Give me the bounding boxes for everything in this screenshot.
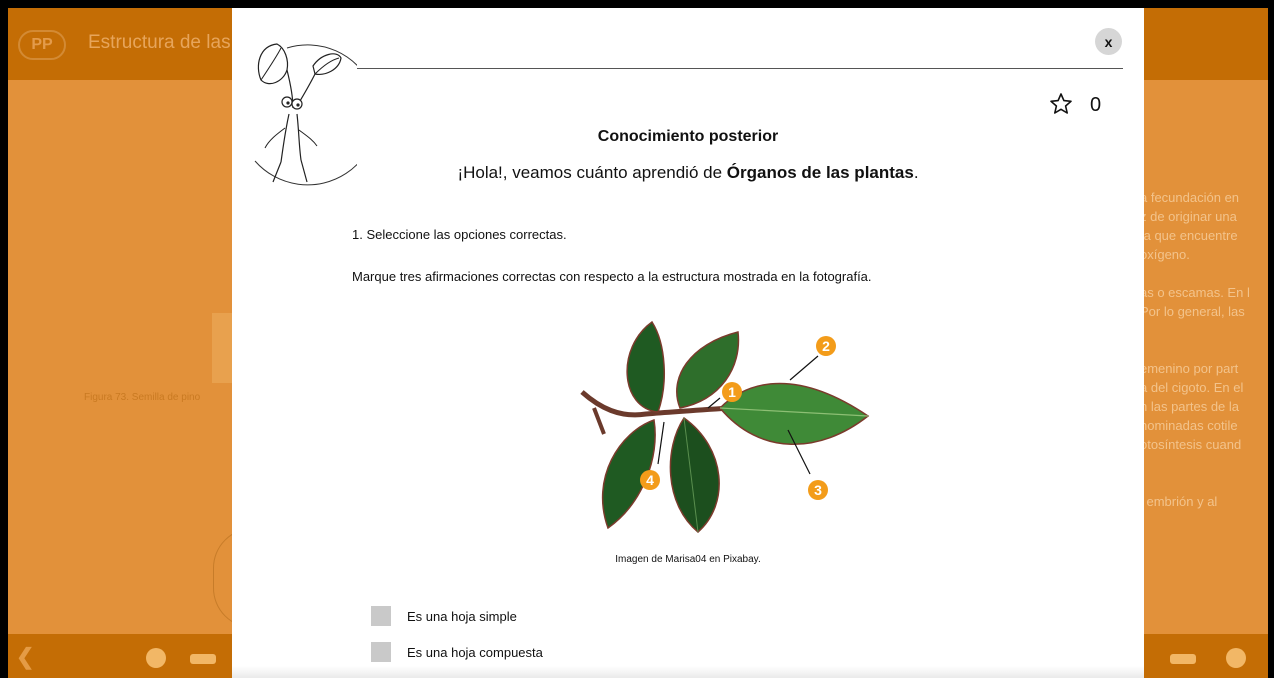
quiz-heading: Conocimiento posterior bbox=[597, 128, 779, 145]
paragraph-line: otosíntesis cuand bbox=[1140, 437, 1242, 452]
close-button[interactable]: x bbox=[1095, 28, 1122, 55]
paragraph-line: l embrión y al bbox=[1140, 494, 1218, 509]
quiz-greeting: ¡Hola!, veamos cuánto aprendió de Órgano… bbox=[232, 163, 1144, 183]
marker-3: 3 bbox=[808, 480, 828, 500]
option-label: Es una hoja compuesta bbox=[407, 644, 543, 660]
svg-text:3: 3 bbox=[814, 482, 822, 498]
greeting-suffix: . bbox=[913, 163, 919, 182]
marker-2: 2 bbox=[816, 336, 836, 356]
paragraph-line bbox=[1140, 321, 1268, 340]
quiz-modal: x 0 Conocimiento posterior ¡Hola!, veamo… bbox=[232, 8, 1144, 678]
scroll-fade bbox=[232, 666, 1144, 678]
option-simple-leaf[interactable]: Es una hoja simple bbox=[371, 605, 517, 627]
svg-text:2: 2 bbox=[822, 338, 830, 354]
paragraph-line bbox=[1140, 340, 1268, 359]
paragraph-line: nominadas cotile bbox=[1140, 418, 1238, 433]
paragraph-line: n las partes de la bbox=[1140, 399, 1240, 414]
back-arrow-icon[interactable]: ❮ bbox=[16, 644, 34, 670]
instruction-text: Marque tres afirmaciones correctas con r… bbox=[352, 269, 872, 284]
nav-bar-icon[interactable] bbox=[1170, 654, 1196, 664]
option-checkbox[interactable] bbox=[371, 642, 391, 662]
paragraph-line: z de originar una bbox=[1140, 209, 1237, 224]
greeting-prefix: ¡Hola!, veamos cuánto aprendió de bbox=[457, 163, 727, 182]
star-icon bbox=[1050, 93, 1072, 114]
nav-bar-icon[interactable] bbox=[190, 654, 216, 664]
marker-4: 4 bbox=[640, 470, 660, 490]
paragraph-line: a fecundación en bbox=[1140, 190, 1240, 205]
figure-caption: Figura 73. Semilla de pino bbox=[84, 392, 201, 403]
paragraph-line: oxígeno. bbox=[1140, 247, 1190, 262]
nav-dot-icon[interactable] bbox=[1226, 648, 1246, 668]
question-text: 1. Seleccione las opciones correctas. bbox=[352, 227, 567, 242]
option-compound-leaf[interactable]: Es una hoja compuesta bbox=[371, 641, 543, 663]
option-label: Es una hoja simple bbox=[407, 608, 517, 624]
option-checkbox[interactable] bbox=[371, 606, 391, 626]
nav-dot-icon[interactable] bbox=[146, 648, 166, 668]
marker-1: 1 bbox=[722, 382, 742, 402]
paragraph-line: as o escamas. En l bbox=[1140, 285, 1250, 300]
paragraph-line bbox=[1140, 264, 1268, 283]
star-count: 0 bbox=[1090, 94, 1102, 116]
app-title: Estructura de las bbox=[88, 32, 231, 53]
greeting-topic: Órganos de las plantas bbox=[726, 163, 914, 182]
paragraph-line bbox=[1140, 473, 1268, 492]
paragraph-line: emenino por part bbox=[1140, 361, 1239, 376]
svg-text:1: 1 bbox=[728, 384, 736, 400]
background-paragraph: a fecundación en z de originar una ta que … bbox=[1140, 188, 1268, 511]
header-divider bbox=[357, 68, 1123, 69]
photo-credit: Imagen de Marisa04 en Pixabay. bbox=[615, 554, 761, 565]
svg-text:4: 4 bbox=[646, 472, 654, 488]
paragraph-line: ta que encuentre bbox=[1140, 228, 1238, 243]
leaf-photo: 1 2 3 4 bbox=[580, 308, 894, 548]
paragraph-line: a del cigoto. En el bbox=[1140, 380, 1244, 395]
paragraph-line bbox=[1140, 454, 1268, 473]
figure-thumbnail bbox=[212, 313, 234, 383]
paragraph-line: Por lo general, las bbox=[1140, 304, 1245, 319]
app-logo: PP bbox=[18, 30, 66, 60]
